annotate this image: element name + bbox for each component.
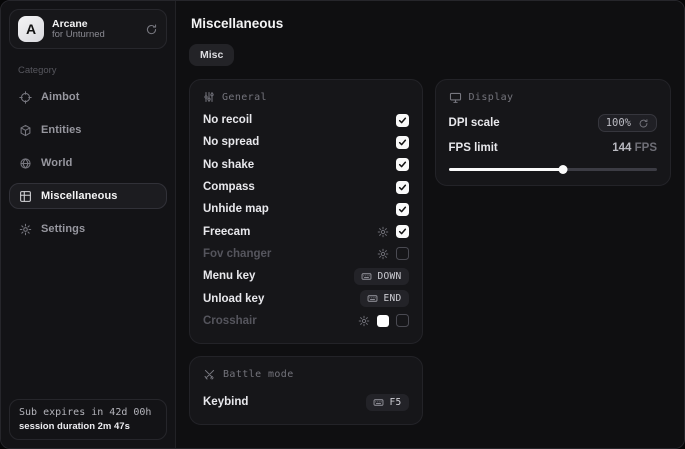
setting-label: Freecam (203, 226, 250, 238)
setting-label: No recoil (203, 114, 252, 126)
setting-row-fov-changer: Fov changer (203, 243, 409, 265)
color-swatch[interactable] (377, 315, 389, 327)
sidebar-item-label: Miscellaneous (41, 190, 118, 202)
battle-mode-card: Battle mode Keybind F5 (189, 356, 423, 425)
setting-row-no-spread: No spread (203, 131, 409, 153)
grid-icon (19, 190, 32, 203)
fps-limit-slider[interactable] (449, 165, 657, 174)
globe-icon (19, 157, 32, 170)
setting-label: Compass (203, 181, 255, 193)
sliders-icon (203, 91, 215, 103)
sidebar-item-label: Entities (41, 124, 82, 136)
general-card: General No recoil No spread No shake Compas… (189, 79, 423, 344)
main-panel: Miscellaneous Misc General No recoil No s… (176, 1, 684, 448)
dpi-scale-control[interactable]: 100% (598, 114, 657, 132)
monitor-icon (449, 91, 462, 104)
setting-label: No shake (203, 159, 254, 171)
sidebar-item-settings[interactable]: Settings (9, 216, 167, 242)
crosshair-icon (19, 91, 32, 104)
sidebar-item-entities[interactable]: Entities (9, 117, 167, 143)
app-window: A Arcane for Unturned Category Aimbot Ent… (0, 0, 685, 449)
setting-label: Unhide map (203, 203, 269, 215)
keyboard-icon (361, 271, 372, 282)
keybind-button[interactable]: F5 (366, 394, 408, 411)
keyboard-icon (373, 397, 384, 408)
setting-row-compass: Compass (203, 176, 409, 198)
checkbox-checked[interactable] (396, 136, 409, 149)
setting-label: Menu key (203, 270, 255, 282)
display-section-title: Display (469, 92, 514, 103)
checkbox-checked[interactable] (396, 114, 409, 127)
sidebar-nav: Aimbot Entities World Miscellaneous Settings (9, 84, 167, 242)
refresh-icon[interactable] (638, 118, 649, 129)
setting-row-fps-limit: FPS limit 144 FPS (449, 142, 657, 154)
display-card: Display DPI scale 100% FPS limit 144 (435, 79, 671, 186)
keybind-button[interactable]: END (360, 290, 408, 307)
sub-expiry-text: Sub expires in 42d 00h (19, 407, 157, 418)
sidebar-item-world[interactable]: World (9, 150, 167, 176)
app-subtitle: for Unturned (52, 30, 137, 41)
cube-icon (19, 124, 32, 137)
setting-row-crosshair: Crosshair (203, 310, 409, 332)
sidebar: A Arcane for Unturned Category Aimbot Ent… (1, 1, 176, 448)
setting-label: Crosshair (203, 315, 257, 327)
sidebar-item-aimbot[interactable]: Aimbot (9, 84, 167, 110)
setting-row-no-recoil: No recoil (203, 109, 409, 131)
setting-label: DPI scale (449, 117, 500, 129)
setting-label: FPS limit (449, 142, 498, 154)
swords-icon (203, 368, 216, 381)
battle-mode-section-title: Battle mode (223, 369, 294, 380)
checkbox-checked[interactable] (396, 203, 409, 216)
keyboard-icon (367, 293, 378, 304)
fps-limit-value: 144 (612, 142, 631, 154)
checkbox-checked[interactable] (396, 181, 409, 194)
app-name: Arcane (52, 18, 137, 30)
setting-row-menu-key: Menu key DOWN (203, 265, 409, 287)
gear-icon[interactable] (358, 315, 370, 327)
keybind-value: DOWN (377, 271, 401, 282)
keybind-value: END (383, 293, 401, 304)
setting-label: Unload key (203, 293, 264, 305)
gear-icon[interactable] (377, 226, 389, 238)
tab-misc[interactable]: Misc (189, 44, 234, 66)
setting-label: Fov changer (203, 248, 271, 260)
app-avatar: A (18, 16, 44, 42)
slider-thumb[interactable] (559, 165, 568, 174)
general-section-title: General (222, 92, 267, 103)
setting-label: No spread (203, 136, 259, 148)
page-title: Miscellaneous (191, 16, 671, 31)
slider-fill (449, 168, 564, 171)
sidebar-item-label: Aimbot (41, 91, 79, 103)
fps-limit-unit: FPS (635, 142, 657, 154)
setting-row-unhide-map: Unhide map (203, 198, 409, 220)
sidebar-item-miscellaneous[interactable]: Miscellaneous (9, 183, 167, 209)
app-header-card: A Arcane for Unturned (9, 9, 167, 49)
refresh-icon[interactable] (145, 23, 158, 36)
gear-icon[interactable] (377, 248, 389, 260)
subscription-card: Sub expires in 42d 00h session duration … (9, 399, 167, 440)
gear-icon (19, 223, 32, 236)
session-duration-text: session duration 2m 47s (19, 421, 157, 432)
setting-row-no-shake: No shake (203, 154, 409, 176)
setting-label: Keybind (203, 396, 248, 408)
dpi-scale-value: 100% (606, 117, 631, 129)
keybind-button[interactable]: DOWN (354, 268, 408, 285)
setting-row-dpi-scale: DPI scale 100% (449, 114, 657, 132)
checkbox-checked[interactable] (396, 225, 409, 238)
setting-row-unload-key: Unload key END (203, 287, 409, 309)
sidebar-item-label: Settings (41, 223, 85, 235)
setting-row-keybind: Keybind F5 (203, 391, 409, 413)
tab-bar: Misc (189, 44, 671, 66)
setting-row-freecam: Freecam (203, 220, 409, 242)
keybind-value: F5 (389, 397, 401, 408)
checkbox-unchecked[interactable] (396, 314, 409, 327)
checkbox-unchecked[interactable] (396, 247, 409, 260)
category-label: Category (18, 65, 167, 76)
checkbox-checked[interactable] (396, 158, 409, 171)
sidebar-item-label: World (41, 157, 72, 169)
